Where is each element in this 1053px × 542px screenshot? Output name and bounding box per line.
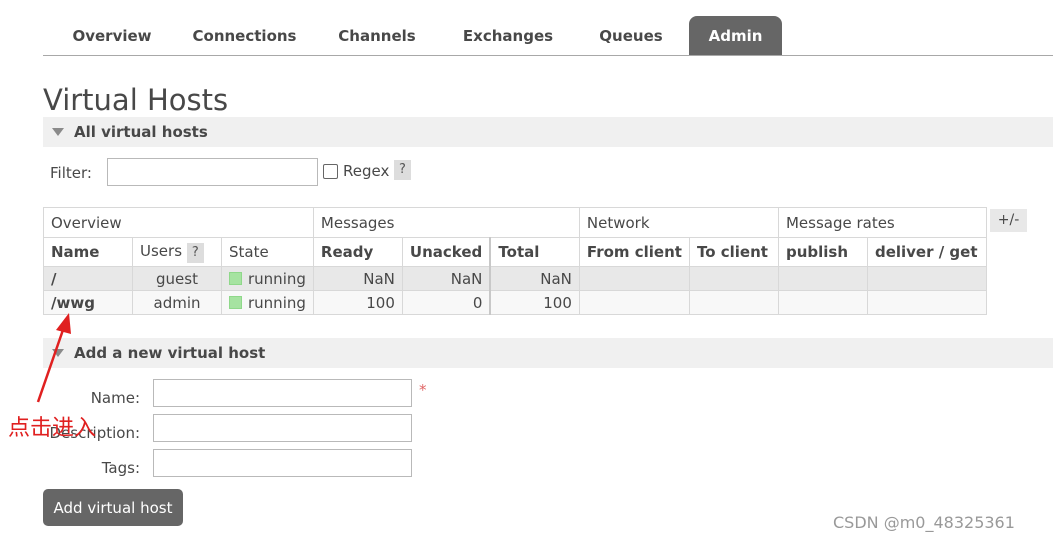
tab-exchanges[interactable]: Exchanges [452,16,564,55]
running-status-icon [229,295,242,309]
col-users[interactable]: Users ? [132,237,222,267]
state-cell: running [221,290,314,315]
col-publish[interactable]: publish [777,237,868,267]
annotation-text: 点击进入 [8,416,97,441]
name-label: Name: [90,389,140,407]
group-overview: Overview [43,207,314,238]
section-title: Add a new virtual host [74,344,266,362]
users-cell: guest [132,266,222,291]
table-row: / guest running NaN NaN NaN [43,266,987,291]
to-client-cell [688,290,779,315]
total-cell: 100 [489,290,580,315]
col-ready[interactable]: Ready [312,237,403,267]
tags-label: Tags: [101,459,140,477]
regex-label: Regex [343,162,390,180]
deliver-get-cell [866,266,987,291]
to-client-cell [688,266,779,291]
deliver-get-cell [866,290,987,315]
ready-cell: 100 [312,290,403,315]
state-text: running [248,293,306,312]
table-row: /wwg admin running 100 0 100 [43,290,987,315]
publish-cell [777,290,868,315]
state-cell: running [221,266,314,291]
tab-channels[interactable]: Channels [328,16,426,55]
tab-overview[interactable]: Overview [53,16,171,55]
watermark: CSDN @m0_48325361 [833,513,1015,532]
col-deliver-get[interactable]: deliver / get [866,237,987,267]
vhost-link[interactable]: /wwg [43,290,133,315]
state-text: running [248,269,306,288]
tab-connections[interactable]: Connections [179,16,310,55]
vhost-link[interactable]: / [43,266,133,291]
tab-queues[interactable]: Queues [589,16,673,55]
group-network: Network [578,207,779,238]
users-help-button[interactable]: ? [186,242,204,263]
col-state[interactable]: State [221,237,314,267]
publish-cell [777,266,868,291]
col-to-client[interactable]: To client [688,237,779,267]
section-all-virtual-hosts[interactable]: All virtual hosts [43,117,1053,147]
group-message-rates: Message rates [777,207,987,238]
vhost-name-input[interactable] [153,379,412,407]
column-toggle-button[interactable]: +/- [990,209,1027,232]
unacked-cell: 0 [401,290,491,315]
collapse-triangle-icon [52,128,64,136]
col-users-label: Users [140,241,183,260]
section-title: All virtual hosts [74,123,208,141]
filter-input[interactable] [107,158,318,186]
users-cell: admin [132,290,222,315]
col-total[interactable]: Total [489,237,580,267]
group-messages: Messages [312,207,580,238]
add-virtual-host-button[interactable]: Add virtual host [43,489,183,526]
regex-help-button[interactable]: ? [394,160,411,180]
col-name[interactable]: Name [43,237,133,267]
tab-admin[interactable]: Admin [689,16,782,55]
total-cell: NaN [489,266,580,291]
vhost-tags-input[interactable] [153,449,412,477]
col-unacked[interactable]: Unacked [401,237,491,267]
vhost-description-input[interactable] [153,414,412,442]
page-title: Virtual Hosts [43,83,229,117]
required-marker: * [419,381,427,399]
col-from-client[interactable]: From client [578,237,690,267]
unacked-cell: NaN [401,266,491,291]
virtual-hosts-table: Overview Messages Network Message rates … [43,207,987,315]
section-add-virtual-host[interactable]: Add a new virtual host [43,338,1053,368]
regex-checkbox[interactable] [323,164,338,179]
from-client-cell [578,266,690,291]
main-nav-tabs: Overview Connections Channels Exchanges … [43,16,1053,56]
ready-cell: NaN [312,266,403,291]
running-status-icon [229,271,242,285]
collapse-triangle-icon [52,349,64,357]
from-client-cell [578,290,690,315]
filter-label: Filter: [50,164,92,182]
